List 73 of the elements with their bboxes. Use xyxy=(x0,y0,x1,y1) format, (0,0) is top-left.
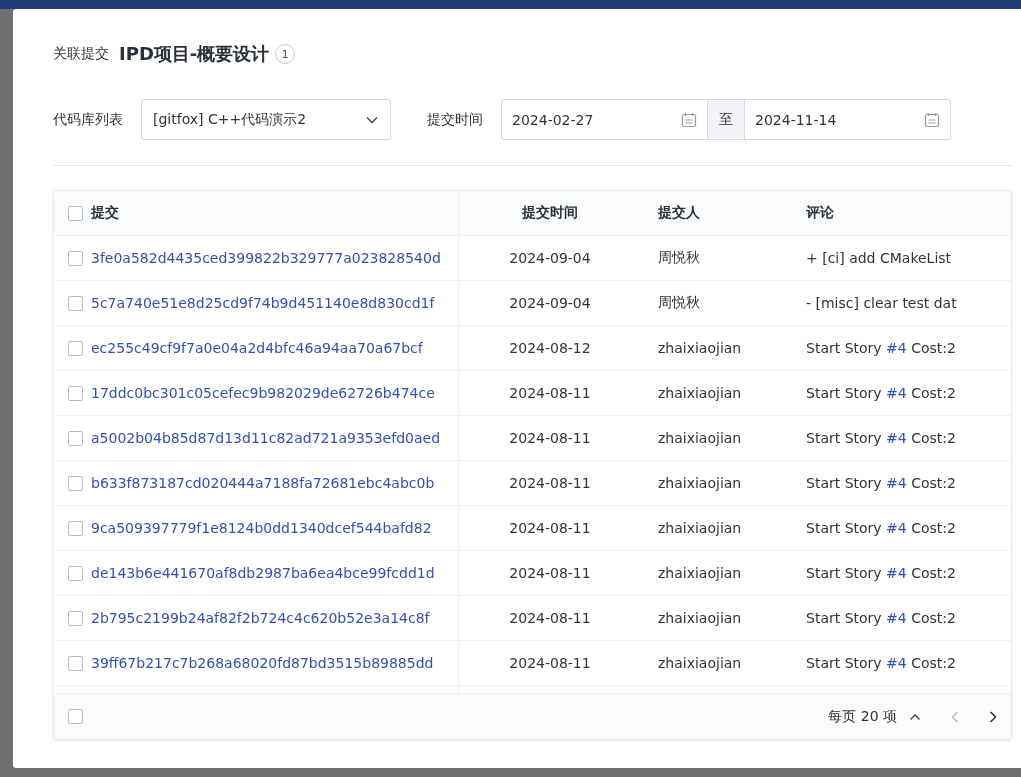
checkbox[interactable] xyxy=(68,565,83,581)
checkbox[interactable] xyxy=(68,295,83,311)
story-link[interactable]: #4 xyxy=(886,655,907,671)
story-link[interactable]: #4 xyxy=(886,340,907,356)
repository-select[interactable]: [gitfox] C++代码演示2 xyxy=(141,99,391,140)
comment-text: Start Story #4 Cost:2 xyxy=(806,430,956,446)
commit-link[interactable]: 5c7a740e51e8d25cd9f74b9d451140e8d830cd1f xyxy=(91,295,435,311)
commit-link[interactable]: 9ca509397779f1e8124b0dd1340dcef544bafd82 xyxy=(91,520,432,536)
table-cell: zhaixiaojian xyxy=(658,610,742,626)
table-cell: 2024-08-11 xyxy=(509,385,591,401)
table-cell: 周悦秋 xyxy=(658,294,700,312)
table-cell: 2024-08-11 xyxy=(509,565,591,581)
checkbox[interactable] xyxy=(68,475,83,491)
checkbox[interactable] xyxy=(68,205,83,221)
checkbox[interactable] xyxy=(68,385,83,401)
table-cell: zhaixiaojian xyxy=(658,520,742,536)
checkbox[interactable] xyxy=(68,610,83,626)
field-label: 代码库列表 xyxy=(53,110,123,129)
table-cell: 2024-08-11 xyxy=(509,430,591,446)
comment-text: - [misc] clear test dat xyxy=(806,295,957,311)
checkbox[interactable] xyxy=(68,340,83,356)
column-header: 提交人 xyxy=(658,204,700,222)
comment-text: + [ci] add CMakeList xyxy=(806,250,952,266)
commit-link[interactable]: de143b6e441670af8db2987ba6ea4bce99fcdd1d xyxy=(91,565,435,581)
table-cell: zhaixiaojian xyxy=(658,385,742,401)
table-cell: zhaixiaojian xyxy=(658,565,742,581)
checkbox[interactable] xyxy=(68,709,83,724)
comment-text: Start Story #4 Cost:2 xyxy=(806,475,956,491)
story-link[interactable]: #4 xyxy=(886,475,907,491)
story-link[interactable]: #4 xyxy=(886,520,907,536)
checkbox[interactable] xyxy=(68,520,83,536)
commit-link[interactable]: 39ff67b217c7b268a68020fd87bd3515b89885dd xyxy=(91,655,434,671)
next-page-icon[interactable] xyxy=(989,710,997,723)
dialog-subtitle: 关联提交 xyxy=(53,45,109,63)
table-cell: zhaixiaojian xyxy=(658,475,742,491)
story-link[interactable]: #4 xyxy=(886,565,907,581)
table-cell: zhaixiaojian xyxy=(658,655,742,671)
story-link[interactable]: #4 xyxy=(886,385,907,401)
column-header: 提交 xyxy=(91,204,119,222)
commit-link[interactable]: 3fe0a582d4435ced399822b329777a023828540d xyxy=(91,250,441,266)
checkbox[interactable] xyxy=(68,430,83,446)
table-cell: zhaixiaojian xyxy=(658,340,742,356)
page-size-selector[interactable]: 每页 20 项 xyxy=(828,707,897,726)
chevron-down-icon xyxy=(366,115,378,124)
comment-text: Start Story #4 Cost:2 xyxy=(806,610,956,626)
dialog-title: IPD项目-概要设计 xyxy=(119,42,270,66)
comment-text: Start Story #4 Cost:2 xyxy=(806,385,956,401)
table-cell: 2024-08-11 xyxy=(509,610,591,626)
chevron-up-icon[interactable] xyxy=(909,712,921,721)
table-cell: 周悦秋 xyxy=(658,249,700,267)
commit-link[interactable]: a5002b04b85d87d13d11c82ad721a9353efd0aed xyxy=(91,430,441,446)
table-cell: 2024-09-04 xyxy=(509,250,591,266)
commit-link[interactable]: b633f873187cd020444a7188fa72681ebc4abc0b xyxy=(91,475,435,491)
story-link[interactable]: #4 xyxy=(886,610,907,626)
table-cell: zhaixiaojian xyxy=(658,430,742,446)
table-cell: 2024-08-11 xyxy=(509,520,591,536)
comment-text: Start Story #4 Cost:2 xyxy=(806,565,956,581)
table-cell: 2024-08-11 xyxy=(509,475,591,491)
table-cell: 2024-08-11 xyxy=(509,655,591,671)
comment-text: Start Story #4 Cost:2 xyxy=(806,520,956,536)
field-label: 提交时间 xyxy=(427,110,483,129)
story-link[interactable]: #4 xyxy=(886,430,907,446)
commit-link[interactable]: 2b795c2199b24af82f2b724c4c620b52e3a14c8f xyxy=(91,610,430,626)
checkbox[interactable] xyxy=(68,250,83,266)
commit-link[interactable]: ec255c49cf9f7a0e04a2d4bfc46a94aa70a67bcf xyxy=(91,340,423,356)
checkbox[interactable] xyxy=(68,655,83,671)
column-header: 评论 xyxy=(806,204,834,222)
commit-link[interactable]: 17ddc0bc301c05cefec9b982029de62726b474ce xyxy=(91,385,435,401)
comment-text: Start Story #4 Cost:2 xyxy=(806,655,956,671)
column-header: 提交时间 xyxy=(522,204,578,222)
table-cell: 2024-09-04 xyxy=(509,295,591,311)
table-cell: 2024-08-12 xyxy=(509,340,591,356)
comment-text: Start Story #4 Cost:2 xyxy=(806,340,956,356)
